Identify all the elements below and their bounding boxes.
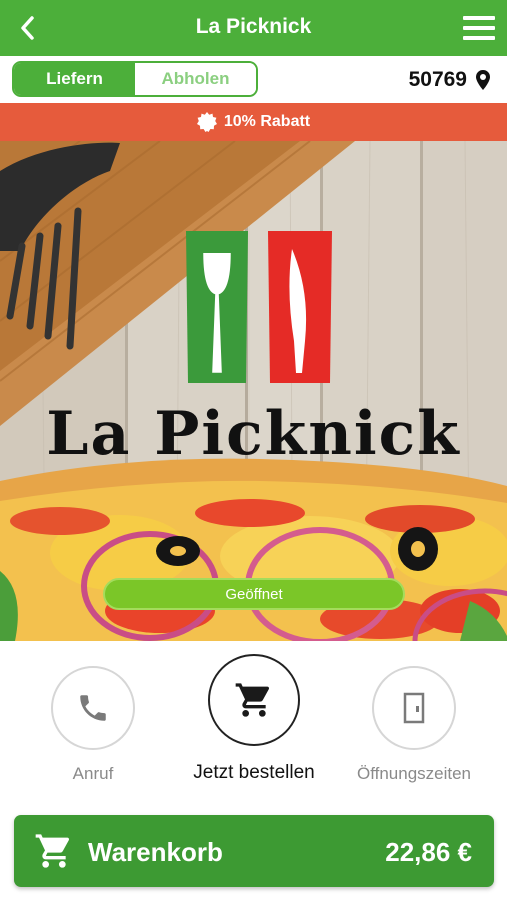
order-mode-toggle: Liefern Abholen: [12, 61, 258, 97]
page-title: La Picknick: [195, 15, 312, 38]
discount-text: 10% Rabatt: [223, 113, 311, 130]
restaurant-logo-text: La Picknick: [46, 399, 461, 469]
badge-icon: [196, 112, 217, 132]
location-pin-icon: [476, 70, 490, 90]
opening-hours-action[interactable]: Öffnungszeiten: [357, 666, 471, 784]
tab-liefern[interactable]: Liefern: [14, 63, 135, 95]
cart-total: 22,86 €: [385, 837, 472, 867]
hero-illustration: [0, 141, 507, 641]
call-action[interactable]: Anruf: [51, 666, 135, 784]
discount-banner: 10% Rabatt: [0, 103, 507, 141]
opening-hours-label: Öffnungszeiten: [356, 764, 472, 783]
order-now-label: Jetzt bestellen: [193, 762, 315, 783]
cart-label: Warenkorb: [88, 837, 223, 867]
cart-icon: [235, 683, 269, 717]
call-button[interactable]: [51, 666, 135, 750]
back-button[interactable]: [12, 12, 44, 44]
top-app-bar: La Picknick: [0, 0, 507, 56]
restaurant-hero-image: La Picknick Geöffnet: [0, 141, 507, 641]
tab-abholen[interactable]: Abholen: [135, 63, 256, 95]
chevron-left-icon: [21, 16, 34, 40]
order-now-action[interactable]: Jetzt bestellen: [193, 654, 315, 784]
menu-button[interactable]: [461, 13, 497, 43]
status-badge[interactable]: Geöffnet: [103, 578, 405, 610]
door-icon: [403, 692, 425, 724]
zip-selector[interactable]: 50769: [409, 68, 491, 92]
order-now-button[interactable]: [208, 654, 300, 746]
cart-icon: [35, 834, 69, 868]
opening-hours-button[interactable]: [372, 666, 456, 750]
call-label: Anruf: [72, 764, 114, 783]
quick-actions: Anruf Jetzt bestellen Öffnungszeiten: [0, 641, 507, 801]
phone-icon: [80, 695, 106, 721]
zip-code: 50769: [408, 68, 467, 91]
hamburger-menu-icon: [463, 16, 495, 20]
order-mode-bar: Liefern Abholen 50769: [0, 56, 507, 103]
cart-button[interactable]: Warenkorb 22,86 €: [14, 815, 494, 887]
